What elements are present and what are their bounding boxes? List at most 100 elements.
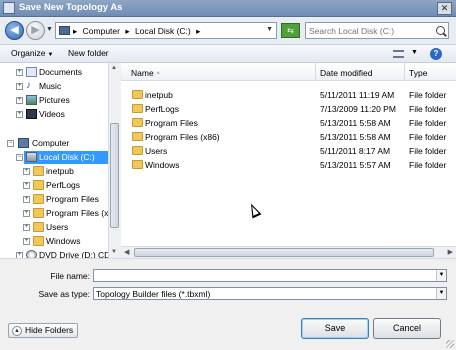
file-name-input[interactable] — [94, 270, 424, 281]
new-folder-button[interactable]: New folder — [68, 48, 109, 58]
file-date: 7/13/2009 11:20 PM — [320, 104, 396, 114]
breadcrumb-separator-icon[interactable]: ▸ — [196, 26, 200, 36]
scroll-left-icon[interactable]: ◀ — [124, 248, 129, 256]
file-name-label: File name: — [50, 271, 90, 281]
nav-item-label: Local Disk (C:) — [39, 152, 95, 162]
nav-item-videos[interactable]: + Videos — [0, 108, 108, 121]
scroll-thumb[interactable] — [110, 123, 119, 228]
breadcrumb-separator-icon[interactable]: ▸ — [73, 26, 77, 36]
dvd-drive-icon — [26, 250, 37, 258]
search-input[interactable] — [309, 25, 429, 37]
nav-item-label: Music — [39, 81, 62, 91]
file-date: 5/11/2011 11:19 AM — [320, 90, 395, 100]
views-dropdown-icon[interactable]: ▼ — [411, 49, 418, 56]
nav-item-perflogs[interactable]: + PerfLogs — [0, 179, 108, 192]
file-row[interactable]: Users 5/11/2011 8:17 AM File folder — [121, 144, 456, 158]
address-dropdown-icon[interactable]: ▼ — [266, 26, 273, 33]
nav-item-label: PerfLogs — [46, 180, 81, 190]
collapse-icon[interactable]: − — [7, 140, 14, 147]
scroll-thumb[interactable] — [134, 248, 434, 257]
forward-button[interactable]: ▶ — [26, 21, 45, 40]
nav-item-label: Program Files (x8 — [46, 208, 114, 218]
file-name-field[interactable]: ▼ — [93, 269, 447, 282]
file-name: PerfLogs — [145, 104, 180, 114]
organize-button[interactable]: Organize ▼ — [11, 48, 53, 58]
chevron-down-icon[interactable]: ▼ — [436, 288, 446, 299]
breadcrumb-separator-icon[interactable]: ▸ — [125, 26, 129, 36]
command-toolbar: Organize ▼ New folder ▼ ? — [0, 45, 456, 63]
refresh-button[interactable]: ⇆ — [281, 23, 300, 38]
save-button[interactable]: Save — [301, 318, 369, 339]
address-bar: ◀ ▶ ▼ ▸ Computer ▸ Local Disk (C:) ▸ ▼ ⇆ — [0, 17, 456, 45]
nav-item-local-disk[interactable]: − Local Disk (C:) — [0, 151, 108, 164]
title-bar: Save New Topology As ✕ — [0, 0, 456, 17]
breadcrumb-local-disk[interactable]: Local Disk (C:) — [135, 26, 191, 36]
nav-item-users[interactable]: + Users — [0, 221, 108, 234]
folder-icon — [33, 222, 44, 232]
breadcrumb[interactable]: ▸ Computer ▸ Local Disk (C:) ▸ ▼ — [55, 22, 277, 39]
file-row[interactable]: Program Files 5/13/2011 5:58 AM File fol… — [121, 116, 456, 130]
chevron-down-icon: ▼ — [47, 52, 54, 58]
nav-item-music[interactable]: + ♪ Music — [0, 80, 108, 93]
horizontal-scrollbar[interactable]: ◀ ▶ — [121, 246, 456, 258]
file-name: Users — [145, 146, 168, 156]
nav-item-label: Computer — [32, 138, 70, 148]
nav-item-program-files[interactable]: + Program Files — [0, 193, 108, 206]
save-type-select[interactable]: Topology Builder files (*.tbxml) ▼ — [93, 287, 447, 300]
expand-icon[interactable]: + — [16, 97, 23, 104]
breadcrumb-computer[interactable]: Computer — [83, 26, 120, 36]
file-name: inetpub — [145, 90, 173, 100]
expand-icon[interactable]: + — [23, 210, 30, 217]
recent-pages-dropdown[interactable]: ▼ — [46, 26, 53, 33]
scroll-right-icon[interactable]: ▶ — [448, 248, 453, 256]
file-name: Program Files — [145, 118, 198, 128]
nav-item-windows[interactable]: + Windows — [0, 235, 108, 248]
nav-item-dvd-drive[interactable]: + DVD Drive (D:) CD — [0, 249, 110, 258]
resize-grip[interactable] — [446, 340, 454, 348]
hide-folders-button[interactable]: ▲ Hide Folders — [8, 323, 79, 338]
folder-icon — [33, 236, 44, 246]
column-header-type[interactable]: Type — [409, 68, 427, 78]
column-header-date[interactable]: Date modified — [320, 68, 372, 78]
cancel-button[interactable]: Cancel — [373, 318, 441, 339]
back-button[interactable]: ◀ — [5, 21, 24, 40]
search-icon[interactable] — [436, 26, 445, 35]
file-row[interactable]: Program Files (x86) 5/13/2011 5:58 AM Fi… — [121, 130, 456, 144]
scroll-down-icon[interactable]: ▼ — [111, 249, 117, 255]
file-type: File folder — [409, 160, 447, 170]
close-button[interactable]: ✕ — [437, 2, 452, 15]
expand-icon[interactable]: + — [16, 83, 23, 90]
nav-item-label: Videos — [39, 109, 65, 119]
expand-icon[interactable]: + — [23, 224, 30, 231]
documents-icon — [26, 67, 37, 77]
file-row[interactable]: Windows 5/13/2011 5:57 AM File folder — [121, 158, 456, 172]
file-row[interactable]: inetpub 5/11/2011 11:19 AM File folder — [121, 88, 456, 102]
nav-item-program-files-x86[interactable]: + Program Files (x8 — [0, 207, 113, 220]
column-divider[interactable] — [315, 63, 316, 81]
expand-icon[interactable]: + — [16, 111, 23, 118]
help-icon[interactable]: ? — [430, 48, 442, 60]
file-list[interactable]: Name ^ Date modified Type inetpub 5/11/20… — [121, 63, 456, 258]
file-type: File folder — [409, 146, 447, 156]
expand-icon[interactable]: + — [23, 196, 30, 203]
chevron-down-icon[interactable]: ▼ — [436, 270, 446, 281]
search-box[interactable] — [305, 22, 449, 39]
expand-icon[interactable]: + — [23, 238, 30, 245]
nav-item-pictures[interactable]: + Pictures — [0, 94, 108, 107]
views-icon[interactable] — [393, 50, 404, 58]
column-divider[interactable] — [404, 63, 405, 81]
navigation-pane[interactable]: + Documents + ♪ Music + Pictures + Video… — [0, 63, 120, 258]
expand-icon[interactable]: + — [23, 168, 30, 175]
scroll-up-icon[interactable]: ▲ — [111, 65, 117, 71]
app-icon — [3, 2, 15, 14]
file-row[interactable]: PerfLogs 7/13/2009 11:20 PM File folder — [121, 102, 456, 116]
nav-item-computer[interactable]: − Computer — [0, 137, 108, 150]
nav-item-inetpub[interactable]: + inetpub — [0, 165, 108, 178]
navigation-scrollbar[interactable]: ▲ ▼ — [108, 63, 120, 258]
column-header-name[interactable]: Name ^ — [131, 68, 160, 78]
collapse-icon[interactable]: − — [16, 154, 23, 161]
expand-icon[interactable]: + — [16, 69, 23, 76]
expand-icon[interactable]: + — [23, 182, 30, 189]
file-name: Program Files (x86) — [145, 132, 220, 142]
nav-item-documents[interactable]: + Documents — [0, 66, 108, 79]
